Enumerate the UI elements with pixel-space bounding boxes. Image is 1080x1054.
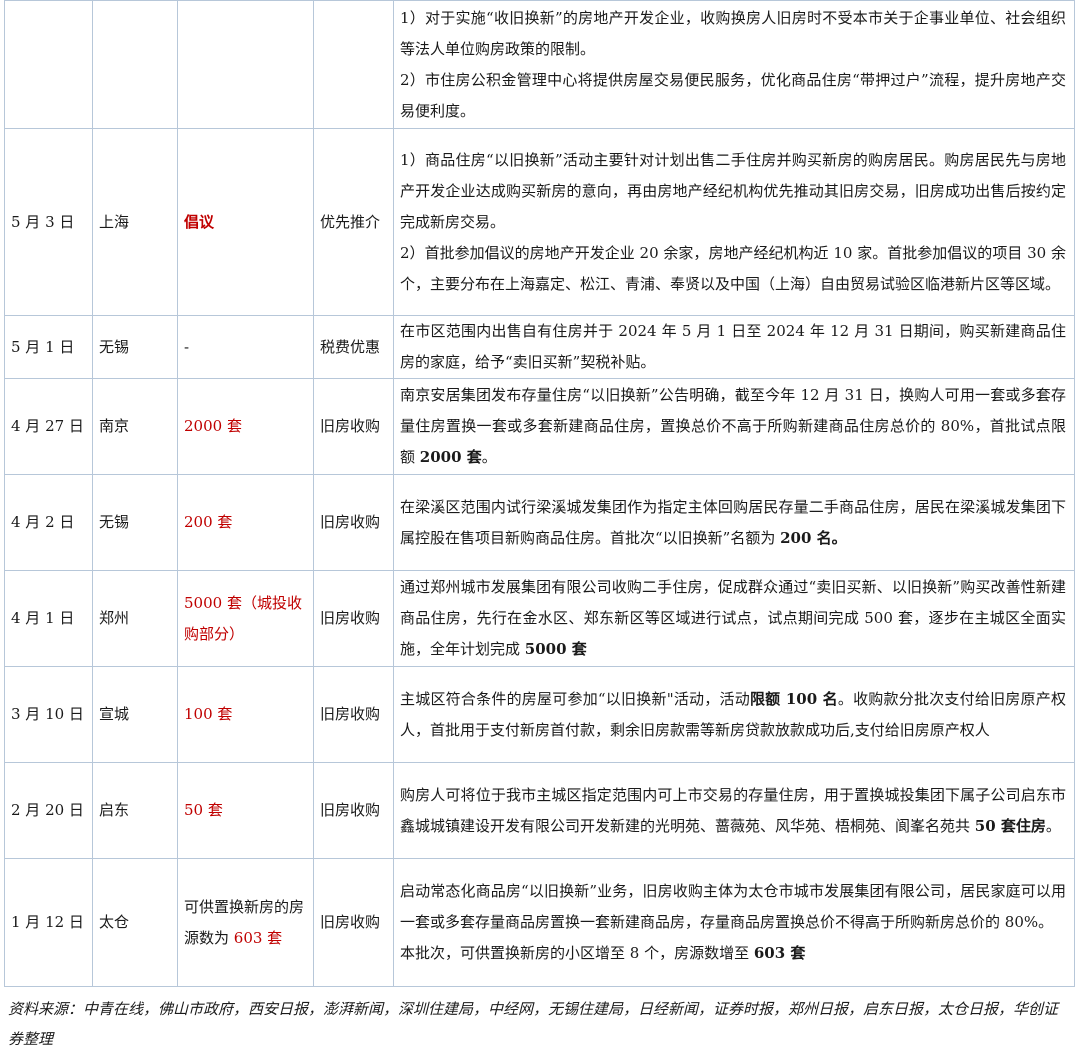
- table-row: 1）对于实施“收旧换新”的房地产开发企业，收购换房人旧房时不受本市关于企事业单位…: [4, 0, 1075, 129]
- table-row: 5 月 3 日上海 倡议 优先推介 1）商品住房“以旧换新”活动主要针对计划出售二手住…: [4, 128, 1075, 316]
- detail-paragraph: 通过郑州城市发展集团有限公司收购二手住房，促成群众通过“卖旧买新、以旧换新”购买…: [400, 572, 1066, 665]
- measure-cell: 2000 套: [177, 378, 314, 475]
- table-row: 3 月 10 日宣城 100 套旧房收购 主城区符合条件的房屋可参加“以旧换新"活动…: [4, 666, 1075, 763]
- detail-paragraph: 1）对于实施“收旧换新”的房地产开发企业，收购换房人旧房时不受本市关于企事业单位…: [400, 3, 1066, 65]
- detail-text: 。: [1045, 816, 1061, 835]
- measure-figure: 603 套: [233, 928, 283, 947]
- detail-paragraph: 购房人可将位于我市主城区指定范围内可上市交易的存量住房，用于置换城投集团下属子公…: [400, 780, 1066, 842]
- type-cell: 优先推介: [313, 128, 394, 316]
- policy-table-body: 1）对于实施“收旧换新”的房地产开发企业，收购换房人旧房时不受本市关于企事业单位…: [4, 0, 1075, 987]
- city-cell: 启东: [92, 762, 178, 859]
- detail-cell: 通过郑州城市发展集团有限公司收购二手住房，促成群众通过“卖旧买新、以旧换新”购买…: [393, 570, 1075, 667]
- type-cell: 旧房收购: [313, 762, 394, 859]
- date-cell: 4 月 1 日: [4, 570, 93, 667]
- type-cell: 旧房收购: [313, 378, 394, 475]
- detail-text: 2）市住房公积金管理中心将提供房屋交易便民服务，优化商品住房“带押过户”流程，提…: [400, 70, 1066, 120]
- measure-cell: 5000 套（城投收购部分）: [177, 570, 314, 667]
- detail-paragraph: 在梁溪区范围内试行梁溪城发集团作为指定主体回购居民存量二手商品住房，居民在梁溪城…: [400, 492, 1066, 554]
- detail-highlight: 2000 套: [419, 448, 482, 466]
- city-cell: 南京: [92, 378, 178, 475]
- city-cell: 宣城: [92, 666, 178, 763]
- detail-paragraph: 在市区范围内出售自有住房并于 2024 年 5 月 1 日至 2024 年 12…: [400, 316, 1066, 378]
- city-cell: 太仓: [92, 858, 178, 987]
- detail-cell: 在市区范围内出售自有住房并于 2024 年 5 月 1 日至 2024 年 12…: [393, 315, 1075, 379]
- type-cell: 旧房收购: [313, 666, 394, 763]
- detail-paragraph: 2）市住房公积金管理中心将提供房屋交易便民服务，优化商品住房“带押过户”流程，提…: [400, 65, 1066, 127]
- source-note: 资料来源：中青在线，佛山市政府，西安日报，澎湃新闻，深圳住建局，中经网，无锡住建…: [8, 1000, 1059, 1048]
- detail-text: 1）商品住房“以旧换新”活动主要针对计划出售二手住房并购买新房的购房居民。购房居…: [400, 150, 1066, 231]
- detail-text: 通过郑州城市发展集团有限公司收购二手住房，促成群众通过“卖旧买新、以旧换新”购买…: [400, 578, 1066, 658]
- detail-cell: 南京安居集团发布存量住房“以旧换新”公告明确，截至今年 12 月 31 日，换购…: [393, 378, 1075, 475]
- table-row: 4 月 27 日南京 2000 套旧房收购 南京安居集团发布存量住房“以旧换新”公告…: [4, 378, 1075, 475]
- table-row: 1 月 12 日太仓 可供置换新房的房源数为 603 套旧房收购 启动常态化商品房“…: [4, 858, 1075, 987]
- date-cell: [4, 0, 93, 129]
- date-cell: 5 月 1 日: [4, 315, 93, 379]
- table-row: 4 月 2 日无锡 200 套旧房收购 在梁溪区范围内试行梁溪城发集团作为指定主体回…: [4, 474, 1075, 571]
- measure-cell: 50 套: [177, 762, 314, 859]
- detail-text: 本批次，可供置换新房的小区增至 8 个，房源数增至: [400, 944, 754, 962]
- detail-paragraph: 南京安居集团发布存量住房“以旧换新”公告明确，截至今年 12 月 31 日，换购…: [400, 380, 1066, 473]
- measure-cell: 可供置换新房的房源数为 603 套: [177, 858, 314, 987]
- detail-paragraph: 主城区符合条件的房屋可参加“以旧换新"活动，活动限额 100 名。收购款分批次支…: [400, 684, 1066, 746]
- detail-cell: 启动常态化商品房“以旧换新”业务，旧房收购主体为太仓市城市发展集团有限公司，居民…: [393, 858, 1075, 987]
- detail-text: 1）对于实施“收旧换新”的房地产开发企业，收购换房人旧房时不受本市关于企事业单位…: [400, 8, 1066, 58]
- date-cell: 5 月 3 日: [4, 128, 93, 316]
- detail-paragraph: 启动常态化商品房“以旧换新”业务，旧房收购主体为太仓市城市发展集团有限公司，居民…: [400, 876, 1066, 938]
- detail-cell: 1）商品住房“以旧换新”活动主要针对计划出售二手住房并购买新房的购房居民。购房居…: [393, 128, 1075, 316]
- measure-cell: 200 套: [177, 474, 314, 571]
- date-cell: 3 月 10 日: [4, 666, 93, 763]
- detail-cell: 主城区符合条件的房屋可参加“以旧换新"活动，活动限额 100 名。收购款分批次支…: [393, 666, 1075, 763]
- city-cell: 上海: [92, 128, 178, 316]
- measure-cell: 倡议: [177, 128, 314, 316]
- city-cell: 无锡: [92, 315, 178, 379]
- date-cell: 2 月 20 日: [4, 762, 93, 859]
- detail-highlight: 200 名。: [780, 528, 847, 547]
- measure-cell: 100 套: [177, 666, 314, 763]
- detail-text: 在梁溪区范围内试行梁溪城发集团作为指定主体回购居民存量二手商品住房，居民在梁溪城…: [400, 497, 1066, 547]
- detail-text: 启动常态化商品房“以旧换新”业务，旧房收购主体为太仓市城市发展集团有限公司，居民…: [400, 882, 1066, 931]
- detail-highlight: 限额 100 名: [749, 689, 838, 708]
- detail-paragraph: 2）首批参加倡议的房地产开发企业 20 余家，房地产经纪机构近 10 家。首批参…: [400, 238, 1066, 300]
- detail-cell: 1）对于实施“收旧换新”的房地产开发企业，收购换房人旧房时不受本市关于企事业单位…: [393, 0, 1075, 129]
- type-cell: [313, 0, 394, 129]
- date-cell: 4 月 2 日: [4, 474, 93, 571]
- detail-text: 。: [481, 448, 497, 466]
- city-cell: 郑州: [92, 570, 178, 667]
- detail-highlight: 603 套: [753, 944, 806, 962]
- measure-cell: [177, 0, 314, 129]
- date-cell: 4 月 27 日: [4, 378, 93, 475]
- detail-paragraph: 1）商品住房“以旧换新”活动主要针对计划出售二手住房并购买新房的购房居民。购房居…: [400, 145, 1066, 238]
- city-cell: [92, 0, 178, 129]
- table-row: 4 月 1 日郑州 5000 套（城投收购部分） 旧房收购 通过郑州城市发展集团有限公…: [4, 570, 1075, 667]
- detail-text: 2）首批参加倡议的房地产开发企业 20 余家，房地产经纪机构近 10 家。首批参…: [400, 243, 1066, 293]
- detail-highlight: 5000 套: [524, 640, 587, 658]
- detail-text: 主城区符合条件的房屋可参加“以旧换新"活动，活动: [400, 689, 750, 708]
- city-cell: 无锡: [92, 474, 178, 571]
- type-cell: 税费优惠: [313, 315, 394, 379]
- type-cell: 旧房收购: [313, 570, 394, 667]
- type-cell: 旧房收购: [313, 858, 394, 987]
- detail-text: 南京安居集团发布存量住房“以旧换新”公告明确，截至今年 12 月 31 日，换购…: [400, 386, 1066, 466]
- table-row: 5 月 1 日无锡 - 税费优惠 在市区范围内出售自有住房并于 2024 年 5 月 …: [4, 315, 1075, 379]
- detail-text: 在市区范围内出售自有住房并于 2024 年 5 月 1 日至 2024 年 12…: [400, 322, 1066, 371]
- detail-cell: 购房人可将位于我市主城区指定范围内可上市交易的存量住房，用于置换城投集团下属子公…: [393, 762, 1075, 859]
- detail-paragraph: 本批次，可供置换新房的小区增至 8 个，房源数增至 603 套: [400, 938, 1066, 969]
- date-cell: 1 月 12 日: [4, 858, 93, 987]
- type-cell: 旧房收购: [313, 474, 394, 571]
- detail-cell: 在梁溪区范围内试行梁溪城发集团作为指定主体回购居民存量二手商品住房，居民在梁溪城…: [393, 474, 1075, 571]
- detail-text: 购房人可将位于我市主城区指定范围内可上市交易的存量住房，用于置换城投集团下属子公…: [400, 785, 1066, 835]
- measure-cell: -: [177, 315, 314, 379]
- table-row: 2 月 20 日启东 50 套旧房收购 购房人可将位于我市主城区指定范围内可上市交易…: [4, 762, 1075, 859]
- detail-highlight: 50 套住房: [974, 816, 1046, 835]
- policy-table: 1）对于实施“收旧换新”的房地产开发企业，收购换房人旧房时不受本市关于企事业单位…: [4, 0, 1075, 987]
